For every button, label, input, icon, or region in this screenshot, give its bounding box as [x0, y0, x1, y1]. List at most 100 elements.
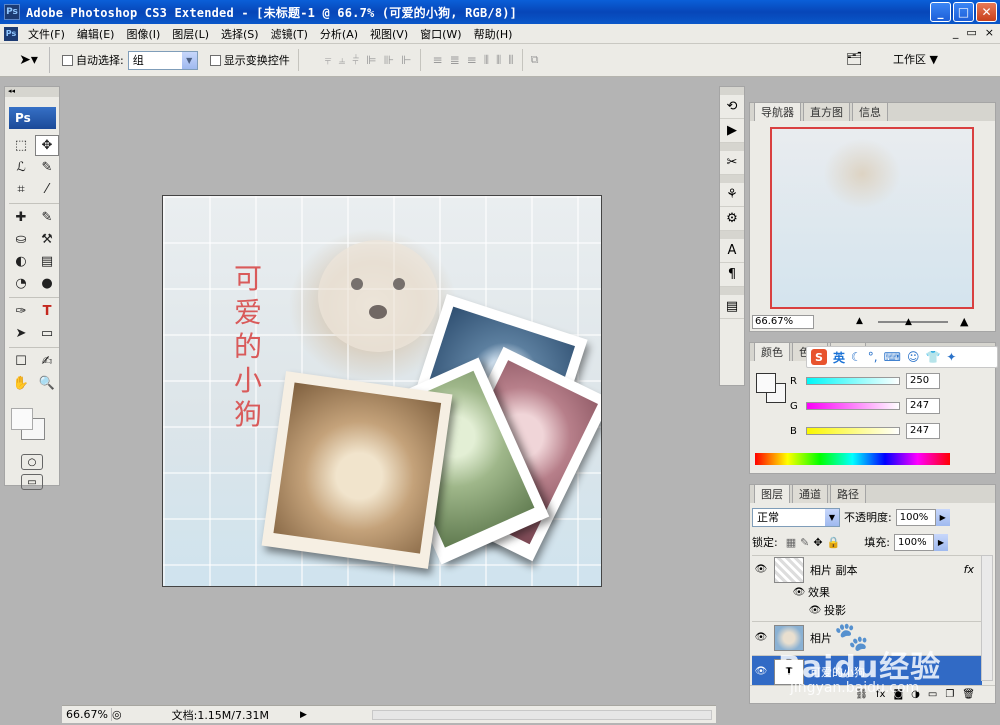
- visibility-eye-icon[interactable]: 👁: [752, 632, 770, 643]
- tab-paths[interactable]: 路径: [830, 484, 866, 503]
- lock-transparent-icon[interactable]: ▦: [786, 536, 796, 549]
- brush-tool-icon[interactable]: ✎: [35, 207, 59, 228]
- visibility-eye-icon[interactable]: 👁: [752, 564, 770, 575]
- new-layer-icon[interactable]: ❐: [945, 689, 954, 700]
- link-layers-icon[interactable]: ⛓: [855, 689, 868, 700]
- align-vcenter-icon[interactable]: ⫨: [339, 53, 346, 68]
- tools-icon[interactable]: ✦: [946, 350, 956, 364]
- layer-row-selected[interactable]: 👁 T 可爱的小狗: [752, 655, 982, 687]
- healing-brush-tool-icon[interactable]: ✚: [9, 207, 33, 228]
- clone-source-icon[interactable]: ⚙: [720, 207, 744, 231]
- fill-arrow-icon[interactable]: ▶: [933, 533, 948, 551]
- zoom-tool-icon[interactable]: 🔍: [35, 373, 59, 394]
- document-icon[interactable]: Ps: [4, 26, 18, 41]
- type-tool-icon[interactable]: T: [35, 301, 59, 322]
- align-left-icon[interactable]: ⊫: [366, 53, 376, 68]
- slider-knob-icon[interactable]: ▲: [905, 317, 912, 327]
- eyedropper-tool-icon[interactable]: ✍: [35, 351, 59, 372]
- align-bottom-icon[interactable]: ⫩: [352, 53, 359, 68]
- visibility-eye-icon[interactable]: 👁: [752, 666, 770, 677]
- distribute-bottom-icon[interactable]: ≡: [467, 53, 477, 68]
- zoom-in-icon[interactable]: ▲: [960, 315, 968, 328]
- move-tool-preset-icon[interactable]: ➤▾: [8, 47, 50, 73]
- document-size-info[interactable]: 文档:1.15M/7.31M: [172, 707, 269, 723]
- notes-tool-icon[interactable]: ☐: [9, 351, 33, 372]
- status-zoom-field[interactable]: 66.67%: [62, 708, 112, 721]
- user-icon[interactable]: ☺: [907, 350, 920, 364]
- tool-presets-icon[interactable]: ✂: [720, 151, 744, 175]
- layer-row[interactable]: 👁 相片 副本 fx: [752, 555, 982, 583]
- close-button[interactable]: ✕: [976, 2, 997, 22]
- layer-effect-row[interactable]: 👁 投影: [752, 601, 982, 619]
- moon-icon[interactable]: ☾: [851, 350, 862, 364]
- distribute-vcenter-icon[interactable]: ≣: [450, 53, 460, 68]
- layer-comps-icon[interactable]: ▤: [720, 295, 744, 319]
- fx-icon[interactable]: fx: [964, 563, 974, 576]
- layers-scrollbar[interactable]: [981, 555, 993, 681]
- distribute-right-icon[interactable]: ⦀: [508, 53, 513, 68]
- lasso-tool-icon[interactable]: ℒ: [9, 157, 33, 178]
- align-top-icon[interactable]: ⫧: [325, 53, 332, 68]
- visibility-eye-icon[interactable]: 👁: [806, 605, 824, 616]
- green-slider[interactable]: [806, 402, 900, 410]
- lock-all-icon[interactable]: 🔒: [827, 536, 841, 549]
- rectangle-tool-icon[interactable]: ▭: [35, 323, 59, 344]
- clone-stamp-tool-icon[interactable]: ⛀: [9, 229, 33, 250]
- tab-navigator[interactable]: 导航器: [754, 102, 801, 121]
- foreground-color-swatch[interactable]: [11, 408, 33, 430]
- lock-paint-icon[interactable]: ✎: [800, 536, 809, 549]
- visibility-eye-icon[interactable]: 👁: [790, 587, 808, 598]
- tab-color[interactable]: 颜色: [754, 342, 790, 361]
- menu-layer[interactable]: 图层(L): [166, 26, 215, 42]
- red-value-input[interactable]: 250: [906, 373, 940, 389]
- pen-tool-icon[interactable]: ✑: [9, 301, 33, 322]
- menu-select[interactable]: 选择(S): [215, 26, 265, 42]
- distribute-hcenter-icon[interactable]: ⦀: [496, 53, 501, 68]
- auto-select-dropdown[interactable]: 组 ▼: [127, 50, 198, 70]
- character-panel-icon[interactable]: A: [720, 239, 744, 263]
- blue-slider[interactable]: [806, 427, 900, 435]
- panel-collapse-icon[interactable]: ◂◂: [5, 87, 59, 97]
- gradient-tool-icon[interactable]: ▤: [35, 251, 59, 272]
- tab-info[interactable]: 信息: [852, 102, 888, 121]
- actions-panel-icon[interactable]: ▶: [720, 119, 744, 143]
- menu-analysis[interactable]: 分析(A): [314, 26, 364, 42]
- document-canvas[interactable]: 可爱的小狗: [162, 195, 602, 587]
- tab-channels[interactable]: 通道: [792, 484, 828, 503]
- distribute-left-icon[interactable]: ⦀: [484, 53, 489, 68]
- photoshop-app-icon[interactable]: Ps: [4, 4, 20, 20]
- menu-window[interactable]: 窗口(W): [414, 26, 467, 42]
- status-icon[interactable]: ◎: [112, 708, 122, 721]
- blue-value-input[interactable]: 247: [906, 423, 940, 439]
- adjustment-layer-icon[interactable]: ◑: [911, 689, 920, 700]
- maximize-button[interactable]: □: [953, 2, 974, 22]
- add-style-icon[interactable]: fx: [876, 689, 885, 700]
- move-tool-icon[interactable]: ✥: [35, 135, 59, 156]
- marquee-tool-icon[interactable]: ⬚: [9, 135, 33, 156]
- dodge-tool-icon[interactable]: ●: [35, 273, 59, 294]
- align-right-icon[interactable]: ⊩: [401, 53, 411, 68]
- auto-align-icon[interactable]: ⧉: [531, 53, 539, 67]
- slice-tool-icon[interactable]: ⁄: [35, 179, 59, 200]
- menu-image[interactable]: 图像(I): [120, 26, 166, 42]
- color-spectrum-bar[interactable]: [755, 453, 950, 465]
- red-slider[interactable]: [806, 377, 900, 385]
- history-panel-icon[interactable]: ⟲: [720, 95, 744, 119]
- new-group-icon[interactable]: ▭: [928, 689, 937, 700]
- bridge-icon[interactable]: 🗂: [846, 52, 866, 68]
- keyboard-icon[interactable]: ⌨: [884, 350, 901, 364]
- ime-language-toggle[interactable]: 英: [833, 349, 845, 366]
- opacity-input[interactable]: 100%: [895, 508, 936, 526]
- navigator-zoom-slider[interactable]: [878, 321, 948, 323]
- workspace-menu[interactable]: 工作区 ▼: [893, 51, 938, 67]
- delete-layer-icon[interactable]: 🗑: [962, 689, 975, 700]
- doc-close-button[interactable]: ×: [985, 26, 994, 39]
- panel-foreground-swatch[interactable]: [756, 373, 776, 393]
- tab-histogram[interactable]: 直方图: [803, 102, 850, 121]
- opacity-arrow-icon[interactable]: ▶: [935, 508, 950, 526]
- layer-row[interactable]: 👁 相片: [752, 621, 982, 653]
- skin-icon[interactable]: 👕: [925, 350, 940, 364]
- eraser-tool-icon[interactable]: ◐: [9, 251, 33, 272]
- minimize-button[interactable]: _: [930, 2, 951, 22]
- menu-help[interactable]: 帮助(H): [468, 26, 519, 42]
